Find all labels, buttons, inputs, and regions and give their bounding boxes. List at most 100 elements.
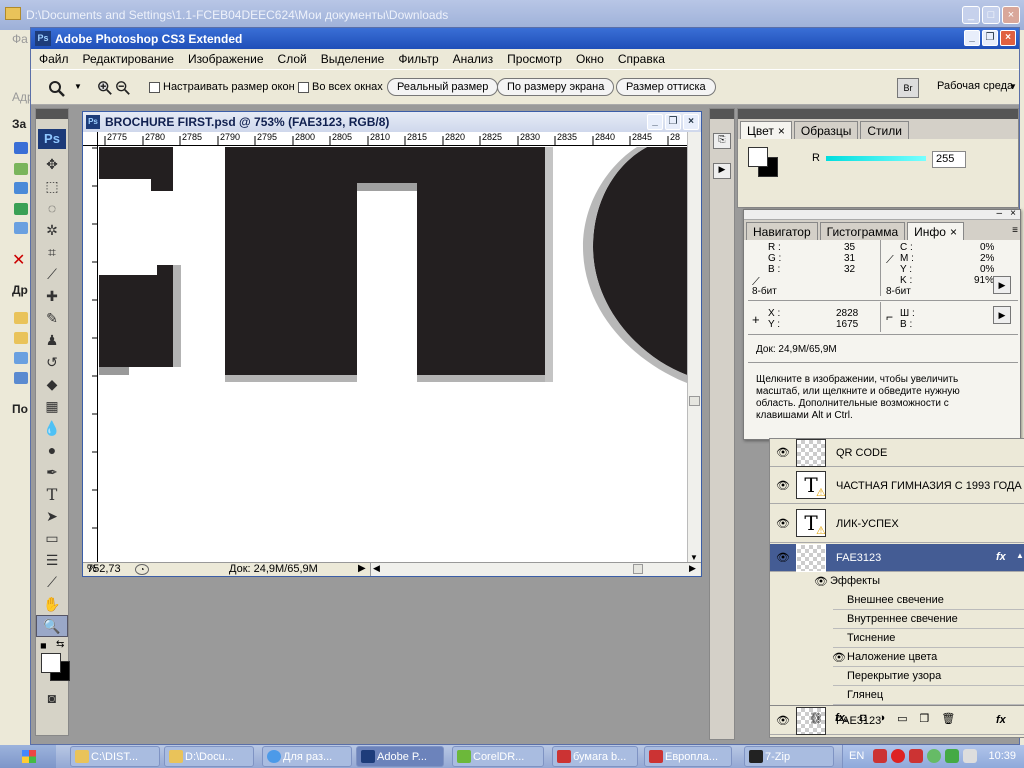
all-windows-checkbox[interactable]: Во всех окнах (298, 81, 383, 93)
close-icon[interactable]: × (1000, 30, 1016, 46)
panel-arrow-icon[interactable]: ▶ (993, 276, 1011, 294)
collapse-arrow-icon[interactable]: ▲ (1016, 551, 1024, 560)
red-slider[interactable] (826, 156, 926, 161)
task-icon[interactable] (14, 182, 28, 194)
fit-screen-button[interactable]: По размеру экрана (497, 78, 615, 96)
task-icon[interactable] (14, 142, 28, 154)
quick-mask-icon[interactable]: ◙ (36, 687, 68, 709)
magic-wand-tool-icon[interactable]: ✲ (36, 219, 68, 241)
restore-icon[interactable]: ❐ (982, 30, 998, 46)
eye-icon[interactable]: 👁 (776, 517, 790, 530)
red-value-input[interactable]: 255 (932, 151, 966, 168)
panel-menu-icon[interactable]: ≡ (1012, 222, 1018, 240)
blur-tool-icon[interactable]: 💧 (36, 417, 68, 439)
workspace-chevron-icon[interactable]: ▼ (1009, 82, 1017, 91)
effects-header-row[interactable]: 👁 Эффекты (770, 572, 1024, 591)
panel-header[interactable] (738, 109, 1018, 119)
tab-navigator[interactable]: Навигатор (746, 222, 818, 240)
effect-row[interactable]: Внутреннее свечение (770, 610, 1024, 629)
layer-row[interactable]: 👁 T ⚠ ЧАСТНАЯ ГИМНАЗИЯ С 1993 ГОДА (770, 468, 1024, 504)
tab-info[interactable]: Инфо × (907, 222, 964, 240)
tray-pdf-icon[interactable] (873, 749, 887, 763)
start-button[interactable] (0, 745, 56, 768)
brush-tool-icon[interactable]: ✎ (36, 307, 68, 329)
minimize-icon[interactable]: _ (962, 6, 980, 24)
menu-window[interactable]: Окно (576, 52, 604, 66)
taskbar-item[interactable]: C:\DIST... (70, 746, 160, 767)
folder-icon[interactable] (14, 312, 28, 324)
eyedropper-tool-icon[interactable]: ⟋ (36, 571, 68, 593)
type-tool-icon[interactable]: T (36, 483, 68, 505)
photoshop-title-bar[interactable]: Ps Adobe Photoshop CS3 Extended _ ❐ × (31, 28, 1019, 49)
crop-tool-icon[interactable]: ⌗ (36, 241, 68, 263)
link-layers-icon[interactable]: ⛓ (809, 712, 823, 725)
status-menu-arrow-icon[interactable]: ▶ (358, 563, 366, 574)
checkbox-box[interactable] (298, 81, 309, 93)
task-icon[interactable] (14, 203, 28, 215)
minimize-icon[interactable]: – (996, 208, 1002, 219)
stamp-tool-icon[interactable]: ♟ (36, 329, 68, 351)
tab-swatches[interactable]: Образцы (793, 121, 859, 139)
tray-status-icon[interactable] (927, 749, 941, 763)
menu-filter[interactable]: Фильтр (398, 52, 438, 66)
minimize-icon[interactable]: _ (964, 30, 980, 46)
taskbar-item[interactable]: 7-Zip (744, 746, 834, 767)
close-icon[interactable]: × (950, 225, 957, 239)
scrollbar-thumb[interactable] (689, 396, 700, 406)
gradient-tool-icon[interactable]: ▦ (36, 395, 68, 417)
hand-tool-icon[interactable]: ✋ (36, 593, 68, 615)
taskbar-item[interactable]: бумага b... (552, 746, 638, 767)
tray-network-icon[interactable] (945, 749, 959, 763)
task-icon[interactable] (14, 222, 28, 234)
menu-edit[interactable]: Редактирование (83, 52, 174, 66)
ruler-origin[interactable] (83, 132, 98, 146)
eye-icon[interactable]: 👁 (776, 446, 790, 459)
panel-arrow-icon[interactable]: ▶ (993, 306, 1011, 324)
scroll-left-icon[interactable]: ◀ (373, 563, 380, 574)
panel-header[interactable]: – × (744, 208, 1020, 220)
menu-help[interactable]: Справка (618, 52, 665, 66)
toolbox-header[interactable] (36, 109, 68, 119)
zoom-in-icon[interactable] (97, 80, 113, 96)
close-icon[interactable]: × (778, 124, 785, 138)
eye-icon[interactable]: 👁 (776, 714, 790, 727)
language-indicator[interactable]: EN (849, 750, 864, 762)
taskbar-item[interactable]: D:\Docu... (164, 746, 254, 767)
vertical-ruler[interactable] (83, 146, 98, 562)
menu-file[interactable]: Файл (39, 52, 69, 66)
minimize-icon[interactable]: _ (647, 114, 663, 130)
tab-histogram[interactable]: Гистограмма (819, 222, 906, 240)
eraser-tool-icon[interactable]: ◆ (36, 373, 68, 395)
tab-styles[interactable]: Стили (860, 121, 909, 139)
workspace-menu[interactable]: Рабочая среда (937, 80, 1013, 92)
delete-icon[interactable]: ✕ (12, 250, 25, 270)
resize-windows-checkbox[interactable]: Настраивать размер окон (149, 81, 295, 93)
menu-image[interactable]: Изображение (188, 52, 264, 66)
network-icon[interactable] (14, 372, 28, 384)
add-style-icon[interactable]: fx. (835, 712, 848, 725)
print-size-button[interactable]: Размер оттиска (616, 78, 716, 96)
restore-icon[interactable]: ❐ (665, 114, 681, 130)
effect-row[interactable]: Глянец (770, 686, 1024, 705)
new-group-icon[interactable]: ▭ (897, 712, 907, 725)
tray-volume-icon[interactable] (963, 749, 977, 763)
horizontal-scrollbar[interactable]: ◀ ▶ (370, 563, 700, 576)
slice-tool-icon[interactable]: ⟋ (36, 263, 68, 285)
scroll-right-icon[interactable]: ▶ (689, 563, 696, 574)
tab-color[interactable]: Цвет × (740, 121, 792, 139)
new-layer-icon[interactable]: ❐ (920, 712, 930, 725)
bridge-icon[interactable]: Br (897, 78, 919, 98)
vertical-scrollbar[interactable]: ▼ (687, 132, 701, 562)
taskbar-item[interactable]: Для раз... (262, 746, 352, 767)
eye-icon[interactable]: 👁 (776, 479, 790, 492)
computer-icon[interactable] (14, 352, 28, 364)
move-tool-icon[interactable]: ✥ (36, 153, 68, 175)
horizontal-ruler[interactable]: 2775 2780 2785 2790 2795 2800 2805 2810 … (98, 132, 687, 146)
strip-header[interactable] (710, 109, 734, 119)
swap-colors-icon[interactable]: ⇆ (56, 639, 64, 650)
zoom-tool-icon[interactable] (48, 80, 66, 98)
actual-pixels-button[interactable]: Реальный размер (387, 78, 499, 96)
history-brush-tool-icon[interactable]: ↺ (36, 351, 68, 373)
close-icon[interactable]: × (1010, 208, 1016, 219)
zoom-out-icon[interactable] (115, 80, 131, 96)
